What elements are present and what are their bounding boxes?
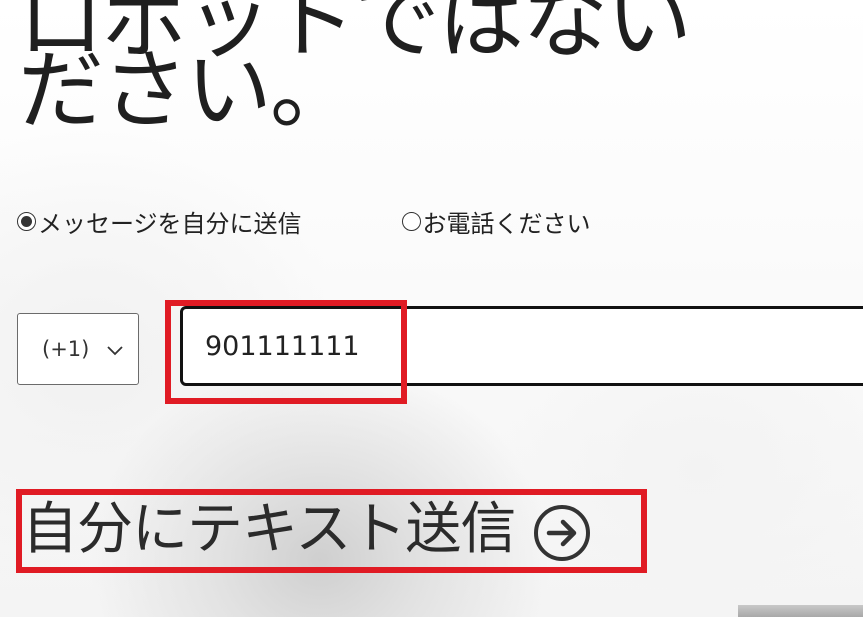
country-code-select[interactable]: (+1) [17,313,139,385]
send-text-label: 自分にテキスト送信 [22,497,516,562]
arrow-right-circle-icon [533,504,591,566]
radio-button-unselected[interactable] [401,212,421,231]
radio-option-message-me[interactable]: メッセージを自分に送信 [17,204,302,239]
country-code-value: (+1) [42,337,90,361]
background-shape [738,605,863,617]
chevron-down-icon [107,341,123,360]
contact-method-radio-group: メッセージを自分に送信 お電話ください [17,204,591,239]
radio-label-call-me: お電話ください [422,210,591,238]
page-heading: ロボットではない ださい。 [18,0,692,141]
phone-number-input[interactable] [180,306,863,386]
send-text-link[interactable]: 自分にテキスト送信 [22,494,591,566]
radio-dot [21,216,32,227]
radio-label-message-me: メッセージを自分に送信 [38,210,302,238]
radio-button-selected[interactable] [17,212,36,231]
page: ロボットではない ださい。 メッセージを自分に送信 お電話ください (+1) 自… [0,0,863,617]
radio-option-call-me[interactable]: お電話ください [401,204,591,239]
